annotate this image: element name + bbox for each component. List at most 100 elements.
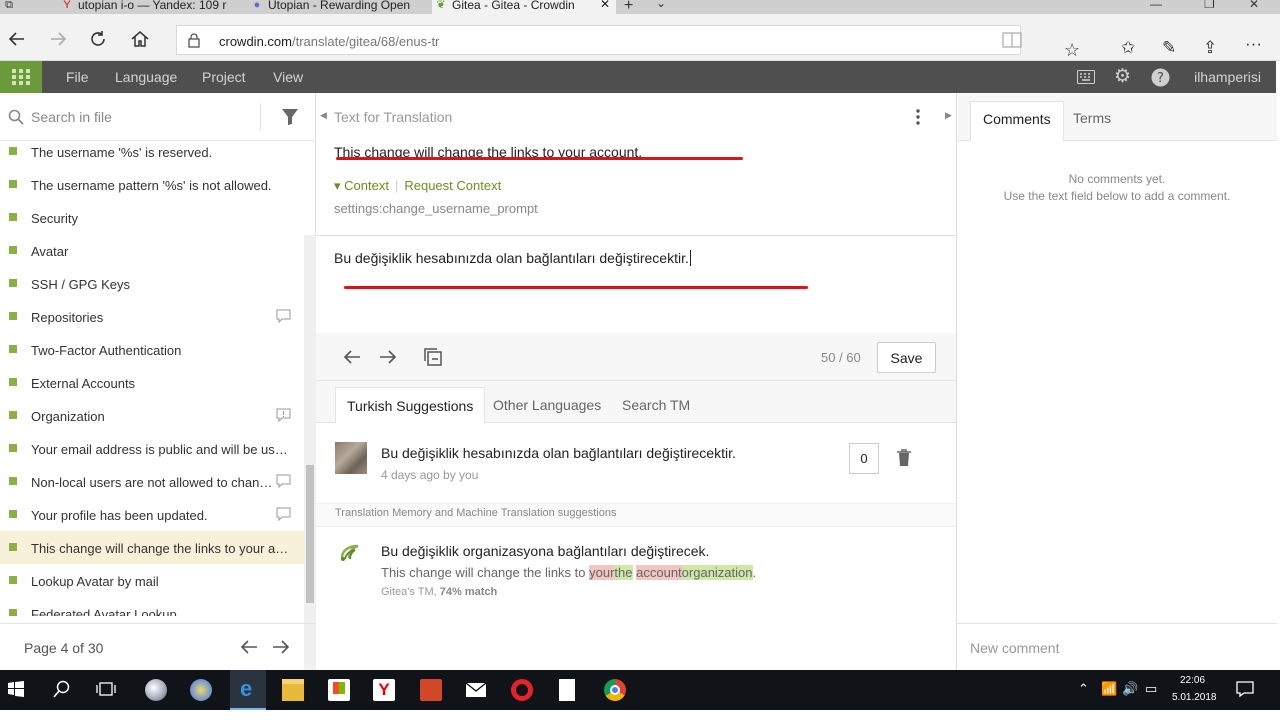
list-item[interactable]: SSH / GPG Keys xyxy=(0,267,304,300)
next-page-icon[interactable] xyxy=(272,639,290,655)
trash-icon[interactable] xyxy=(896,449,912,467)
new-comment-field[interactable]: New comment xyxy=(957,623,1277,670)
powerpoint-icon[interactable] xyxy=(420,679,442,701)
close-tab-icon[interactable]: ✕ xyxy=(600,0,610,10)
menu-language[interactable]: Language xyxy=(115,69,177,85)
app-icon[interactable] xyxy=(190,679,212,701)
home-icon[interactable] xyxy=(129,28,151,50)
tab-comments[interactable]: Comments xyxy=(970,101,1064,141)
filter-icon[interactable] xyxy=(281,108,299,126)
chrome-icon[interactable] xyxy=(604,679,626,701)
tab-label: Utopian - Rewarding Open xyxy=(268,0,411,12)
pen-icon[interactable]: ✎ xyxy=(1162,38,1176,58)
clock-date[interactable]: 5.01.2018 xyxy=(1172,692,1217,703)
search-input[interactable]: Search in file xyxy=(31,109,112,125)
suggestion-item[interactable]: Bu değişiklik hesabınızda olan bağlantıl… xyxy=(316,423,956,503)
search-icon[interactable] xyxy=(53,680,71,698)
restore-icon[interactable]: ❐ xyxy=(1204,0,1215,11)
tm-suggestion-item[interactable]: Bu değişiklik organizasyona bağlantıları… xyxy=(316,527,956,607)
list-item[interactable]: Organization xyxy=(0,399,304,432)
menu-project[interactable]: Project xyxy=(202,69,246,85)
gear-icon[interactable]: ⚙ xyxy=(1114,65,1131,88)
list-item[interactable]: External Accounts xyxy=(0,366,304,399)
opera-icon[interactable] xyxy=(511,679,533,701)
notepad-icon[interactable] xyxy=(559,679,575,701)
translation-input[interactable]: Bu değişiklik hesabınızda olan bağlantıl… xyxy=(334,250,691,266)
wifi-icon[interactable]: 📶 xyxy=(1101,681,1117,697)
menu-file[interactable]: File xyxy=(66,69,89,85)
tab-turkish-suggestions[interactable]: Turkish Suggestions xyxy=(335,387,486,423)
store-logo xyxy=(333,682,345,694)
list-item[interactable]: Your profile has been updated. xyxy=(0,498,304,531)
status-dot xyxy=(9,609,17,616)
new-comment-placeholder: New comment xyxy=(970,640,1060,656)
scrollbar-thumb[interactable] xyxy=(306,465,314,603)
comments-panel: Comments Terms No comments yet. Use the … xyxy=(956,93,1277,670)
menu-view[interactable]: View xyxy=(273,69,303,85)
forward-icon[interactable] xyxy=(47,28,69,50)
vote-count[interactable]: 0 xyxy=(849,443,879,474)
edge-icon: e xyxy=(240,676,253,701)
back-icon[interactable] xyxy=(6,28,28,50)
share-icon[interactable]: ⇪ xyxy=(1203,38,1217,58)
list-item[interactable]: Avatar xyxy=(0,234,304,267)
list-item[interactable]: Federated Avatar Lookup xyxy=(0,597,304,616)
task-view-icon[interactable] xyxy=(96,681,116,697)
mail-icon[interactable] xyxy=(465,679,487,701)
minimize-icon[interactable]: — xyxy=(1150,0,1162,11)
favorites-hub-icon[interactable]: ✩ xyxy=(1121,38,1135,58)
list-item[interactable]: Your email address is public and will be… xyxy=(0,432,304,465)
kebab-menu-icon[interactable] xyxy=(916,109,920,125)
tab-terms[interactable]: Terms xyxy=(1061,101,1123,141)
context-toggle[interactable]: ▾ Context xyxy=(334,178,389,193)
reading-view-icon[interactable] xyxy=(1000,30,1024,50)
volume-icon[interactable]: 🔊 xyxy=(1122,681,1138,697)
gitea-icon: ❦ xyxy=(436,0,446,11)
notifications-icon[interactable] xyxy=(1236,681,1254,697)
store-icon[interactable] xyxy=(328,679,350,701)
yandex-icon[interactable]: Y xyxy=(373,679,395,701)
address-bar[interactable]: crowdin.com/translate/gitea/68/enus-tr xyxy=(176,25,1024,55)
browser-tab-yandex[interactable]: Y utopian i-o — Yandex: 109 r xyxy=(58,0,240,14)
save-button[interactable]: Save xyxy=(877,342,936,373)
chevron-up-icon[interactable]: ⌃ xyxy=(1078,681,1089,697)
chrome-center xyxy=(610,685,620,695)
more-icon[interactable]: ··· xyxy=(1245,34,1262,54)
favorite-star-icon[interactable]: ☆ xyxy=(1064,40,1080,61)
close-window-icon[interactable]: ✕ xyxy=(1249,0,1259,11)
browser-tab-utopian[interactable]: ● Utopian - Rewarding Open xyxy=(248,0,428,14)
list-item[interactable]: The username '%s' is reserved. xyxy=(0,141,304,168)
tab-back-preview-icon[interactable]: ⧉ xyxy=(0,0,26,14)
refresh-icon[interactable] xyxy=(87,28,109,50)
list-item[interactable]: Repositories xyxy=(0,300,304,333)
list-item[interactable]: Two-Factor Authentication xyxy=(0,333,304,366)
prev-string-icon[interactable] xyxy=(343,349,361,365)
clock-time[interactable]: 22:06 xyxy=(1180,675,1205,686)
tm-header: Translation Memory and Machine Translati… xyxy=(316,503,956,527)
copy-source-icon[interactable] xyxy=(423,347,443,367)
username[interactable]: ilhamperisi xyxy=(1194,69,1261,85)
list-item[interactable]: Security xyxy=(0,201,304,234)
tab-other-languages[interactable]: Other Languages xyxy=(482,387,612,423)
tm-match: 74% match xyxy=(439,586,498,598)
app-icon[interactable] xyxy=(145,679,167,701)
tab-search-tm[interactable]: Search TM xyxy=(611,387,701,423)
list-item[interactable]: Lookup Avatar by mail xyxy=(0,564,304,597)
keyboard-icon[interactable] xyxy=(1077,70,1095,84)
help-icon[interactable]: ? xyxy=(1151,68,1170,87)
request-context-link[interactable]: Request Context xyxy=(404,178,501,193)
next-string-icon[interactable] xyxy=(379,349,397,365)
translation-editor[interactable]: Bu değişiklik hesabınızda olan bağlantıl… xyxy=(316,236,956,333)
apps-grid-icon[interactable] xyxy=(0,61,42,93)
chevron-down-icon[interactable]: ⌄ xyxy=(656,0,666,10)
battery-icon[interactable]: ▭ xyxy=(1145,681,1157,697)
windows-start-icon[interactable] xyxy=(8,681,24,697)
file-explorer-icon[interactable] xyxy=(282,679,304,701)
new-tab-icon[interactable]: + xyxy=(624,0,633,14)
list-item[interactable]: The username pattern '%s' is not allowed… xyxy=(0,168,304,201)
edge-taskbar-button[interactable]: e xyxy=(230,670,266,710)
list-item-selected[interactable]: This change will change the links to you… xyxy=(0,531,304,564)
list-item[interactable]: Non-local users are not allowed to chang… xyxy=(0,465,304,498)
prev-page-icon[interactable] xyxy=(240,639,258,655)
browser-tab-crowdin[interactable]: ❦ Gitea - Gitea - Crowdin ✕ xyxy=(432,0,616,14)
